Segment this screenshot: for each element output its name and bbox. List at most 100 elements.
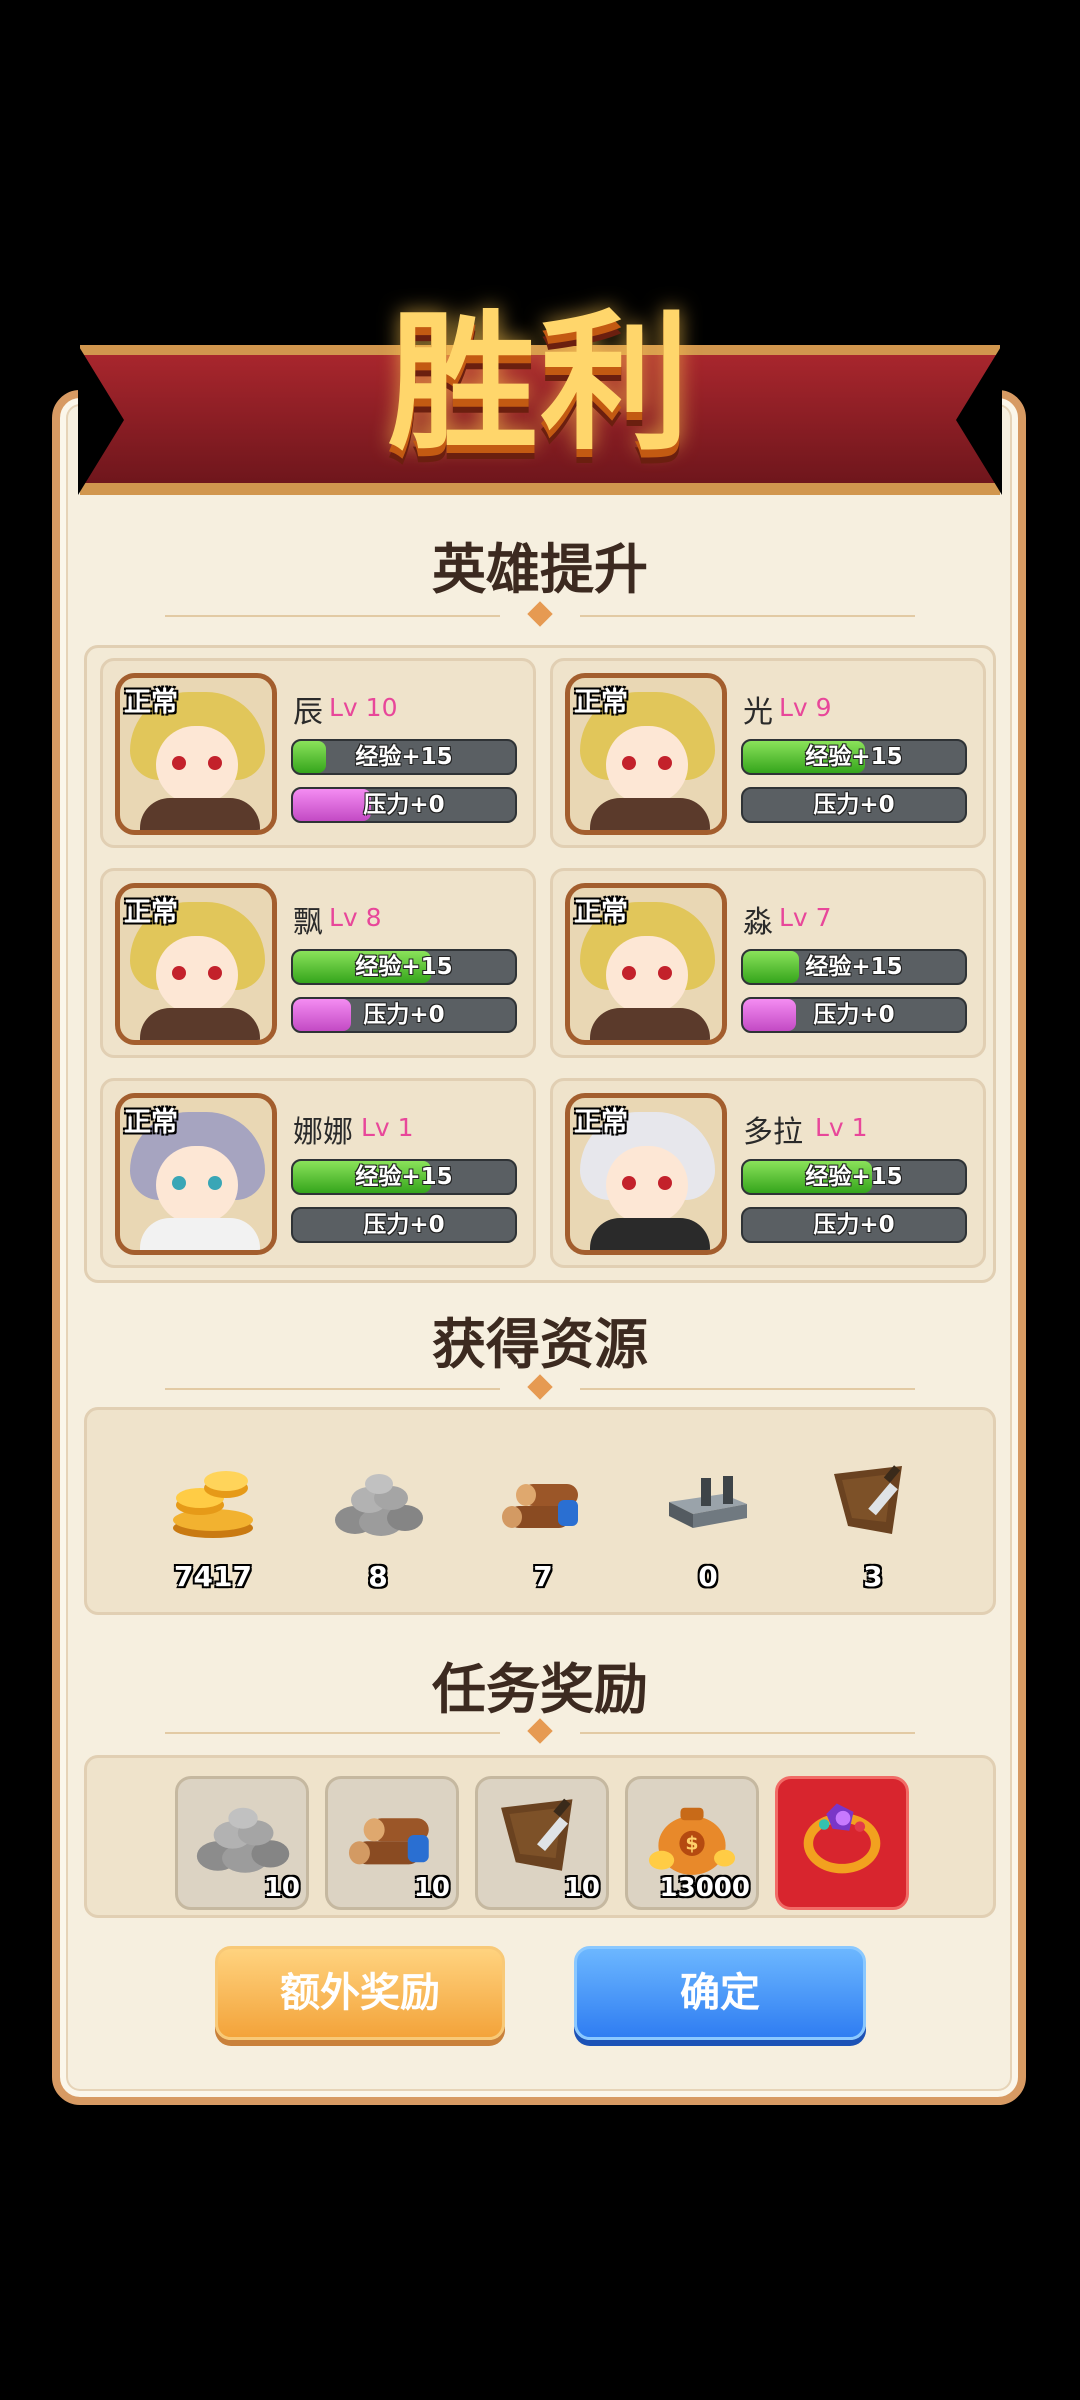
victory-title: 胜利 (387, 294, 692, 471)
reward-leather[interactable]: 10 (475, 1776, 609, 1910)
hero-portrait: 正常 (115, 1093, 277, 1255)
hero-outfit (140, 798, 260, 830)
resource-wood: 7 (483, 1460, 603, 1610)
hero-eye (208, 966, 222, 980)
hero-level: Lv 1 (815, 1113, 868, 1142)
reward-count: 10 (563, 1873, 600, 1903)
exp-bar: 经验+15 (291, 1159, 517, 1195)
resource-count: 3 (863, 1560, 883, 1593)
hero-eye (172, 756, 186, 770)
hero-card[interactable]: 正常 飘 Lv 8 经验+15 压力+0 (100, 868, 536, 1058)
resource-count: 8 (368, 1560, 388, 1593)
hero-face (156, 1146, 238, 1224)
section-divider (165, 1374, 915, 1400)
hero-status: 正常 (574, 897, 628, 928)
hero-portrait: 正常 (565, 883, 727, 1045)
hero-card[interactable]: 正常 多拉 Lv 1 经验+15 压力+0 (550, 1078, 986, 1268)
exp-bar-text: 经验+15 (805, 744, 903, 770)
hero-level: Lv 8 (329, 903, 382, 932)
hero-outfit (140, 1008, 260, 1040)
hero-eye (622, 1176, 636, 1190)
hero-outfit (590, 798, 710, 830)
exp-bar: 经验+15 (741, 949, 967, 985)
exp-bar-text: 经验+15 (805, 1164, 903, 1190)
exp-bar: 经验+15 (291, 949, 517, 985)
hero-portrait: 正常 (115, 883, 277, 1045)
hero-level: Lv 7 (779, 903, 832, 932)
section-title-mission-rewards: 任务奖励 (432, 1658, 648, 1721)
resource-count: 7417 (174, 1560, 252, 1593)
hero-card[interactable]: 正常 光 Lv 9 经验+15 压力+0 (550, 658, 986, 848)
extra-reward-button[interactable]: 额外奖励 (215, 1946, 505, 2040)
hero-outfit (590, 1218, 710, 1250)
hero-name: 光 (743, 695, 773, 730)
hero-card[interactable]: 正常 辰 Lv 10 经验+15 压力+0 (100, 658, 536, 848)
rewards-box: 10 10 10 $ 13000 (84, 1755, 996, 1918)
hero-status: 正常 (574, 1107, 628, 1138)
stress-bar-text: 压力+0 (813, 792, 895, 818)
section-title-hero-upgrade: 英雄提升 (432, 538, 648, 601)
resource-leather: 3 (813, 1460, 933, 1610)
reward-ring[interactable] (775, 1776, 909, 1910)
hero-name: 多拉 (743, 1115, 803, 1150)
hero-eye (658, 1176, 672, 1190)
stress-bar: 压力+0 (291, 787, 517, 823)
hero-eye (208, 1176, 222, 1190)
money-bag-icon: $ (648, 1807, 736, 1875)
hero-eye (172, 966, 186, 980)
reward-count: 13000 (659, 1873, 750, 1903)
reward-money[interactable]: $ 13000 (625, 1776, 759, 1910)
stress-bar-text: 压力+0 (813, 1002, 895, 1028)
stress-bar-text: 压力+0 (363, 792, 445, 818)
exp-bar-text: 经验+15 (355, 1164, 453, 1190)
section-divider (165, 1718, 915, 1744)
resources-box: 7417 8 7 0 3 (84, 1407, 996, 1615)
hero-eye (172, 1176, 186, 1190)
resource-iron: 0 (648, 1460, 768, 1610)
leather-icon (834, 1465, 902, 1534)
hero-portrait: 正常 (565, 1093, 727, 1255)
hero-eye (658, 756, 672, 770)
exp-bar: 经验+15 (741, 739, 967, 775)
hero-level: Lv 1 (361, 1113, 414, 1142)
hero-eye (208, 756, 222, 770)
hero-face (606, 936, 688, 1014)
stress-bar-text: 压力+0 (363, 1212, 445, 1238)
stress-bar-text: 压力+0 (813, 1212, 895, 1238)
reward-stone[interactable]: 10 (175, 1776, 309, 1910)
reward-count: 10 (263, 1873, 300, 1903)
hero-face (156, 726, 238, 804)
hero-name: 辰 (293, 695, 323, 730)
hero-face (156, 936, 238, 1014)
resource-count: 7 (533, 1560, 553, 1593)
hero-status: 正常 (124, 1107, 178, 1138)
hero-name: 飘 (293, 905, 323, 940)
wood-logs-icon (348, 1818, 429, 1865)
stone-icon (335, 1474, 423, 1536)
hero-level: Lv 10 (329, 693, 398, 722)
reward-wood[interactable]: 10 (325, 1776, 459, 1910)
exp-bar-text: 经验+15 (805, 954, 903, 980)
hero-level: Lv 9 (779, 693, 832, 722)
iron-ingot-icon (669, 1476, 747, 1528)
hero-face (606, 726, 688, 804)
stress-bar: 压力+0 (291, 997, 517, 1033)
hero-outfit (140, 1218, 260, 1250)
hero-status: 正常 (124, 897, 178, 928)
hero-face (606, 1146, 688, 1224)
stone-icon (196, 1807, 290, 1873)
confirm-button[interactable]: 确定 (574, 1946, 866, 2040)
exp-bar: 经验+15 (741, 1159, 967, 1195)
hero-eye (622, 966, 636, 980)
hero-card[interactable]: 正常 淼 Lv 7 经验+15 压力+0 (550, 868, 986, 1058)
exp-bar-text: 经验+15 (355, 954, 453, 980)
reward-count: 10 (413, 1873, 450, 1903)
resource-stone: 8 (318, 1460, 438, 1610)
leather-icon (501, 1798, 573, 1871)
section-divider (165, 601, 915, 627)
victory-title-wrap: 胜利 (330, 270, 750, 471)
gold-coins-icon (173, 1471, 253, 1538)
exp-bar-text: 经验+15 (355, 744, 453, 770)
hero-name: 娜娜 (293, 1115, 353, 1150)
hero-card[interactable]: 正常 娜娜 Lv 1 经验+15 压力+0 (100, 1078, 536, 1268)
